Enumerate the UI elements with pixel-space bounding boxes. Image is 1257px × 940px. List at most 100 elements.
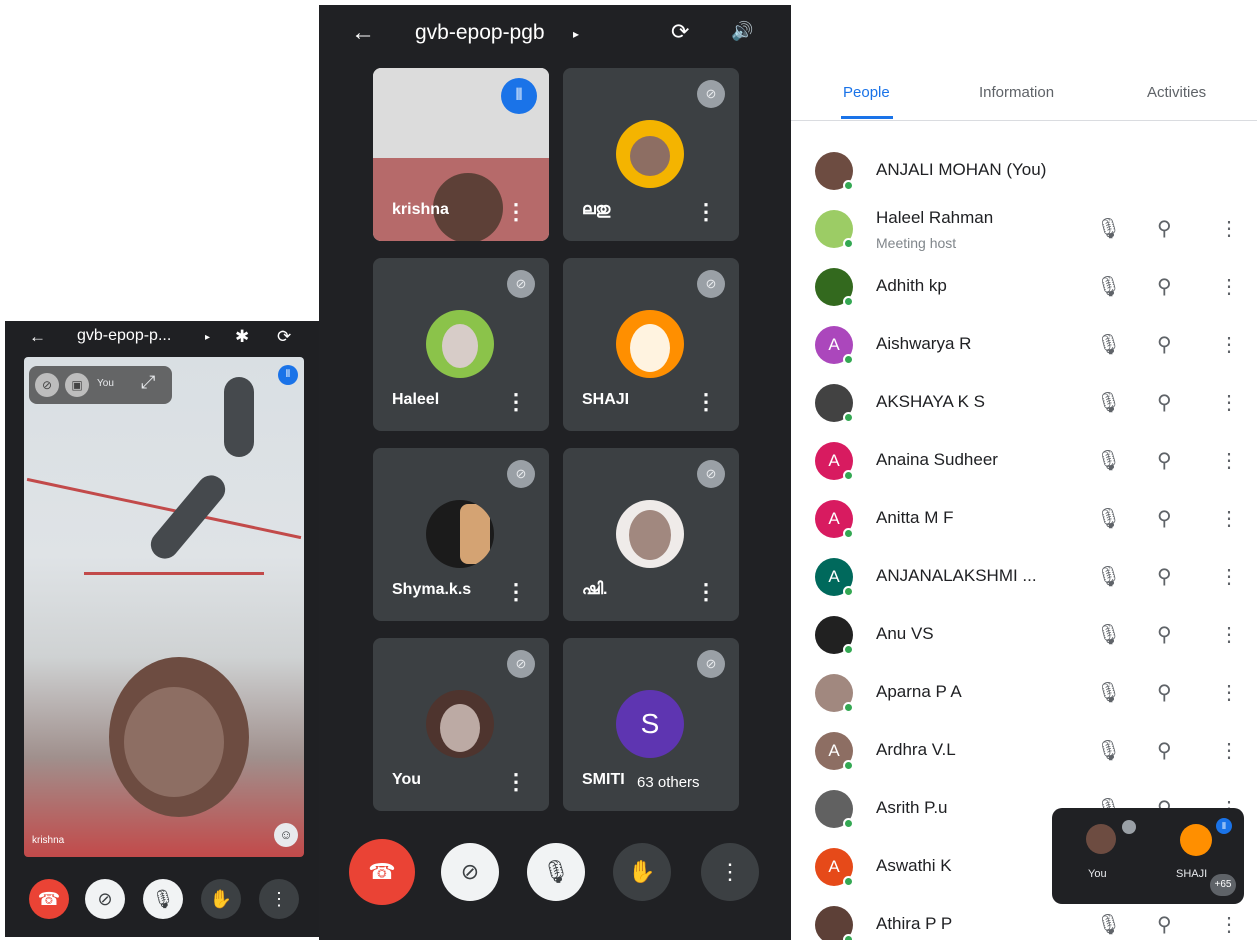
mic-off-icon[interactable]: 🎙 [1096,216,1121,241]
tile-more-icon[interactable]: ⋮ [695,581,717,603]
participant-row[interactable]: A Anitta M F 🎙 ⚲ ⋮ [791,492,1257,550]
pin-icon[interactable]: ⚲ [1157,274,1172,299]
more-vert-icon[interactable]: ⋮ [1219,274,1239,299]
more-vert-icon[interactable]: ⋮ [1219,390,1239,415]
more-options-button[interactable]: ⋮ [259,879,299,919]
pin-icon[interactable]: ⚲ [1157,622,1172,647]
expand-icon[interactable]: ⤢ [141,372,155,393]
mini-avatar-shaji [1180,824,1212,856]
mic-off-icon[interactable]: 🎙 [1096,912,1121,937]
tile-more-icon[interactable]: ⋮ [505,391,527,413]
more-vert-icon[interactable]: ⋮ [1219,738,1239,763]
participant-tile-haleel[interactable]: ⊘ Haleel ⋮ [373,258,549,431]
more-vert-icon[interactable]: ⋮ [1219,506,1239,531]
participant-name: ANJALI MOHAN (You) [876,160,1047,179]
self-view-pip[interactable]: ⊘ ▣ You ⤢ [29,366,172,404]
mic-off-icon: ⊘ [507,460,535,488]
tile-name: ഷി. [582,581,608,598]
participant-row[interactable]: Aparna P A 🎙 ⚲ ⋮ [791,666,1257,724]
participant-tile-shaji[interactable]: ⊘ SHAJI ⋮ [563,258,739,431]
tile-more-icon[interactable]: ⋮ [505,581,527,603]
participant-row[interactable]: ANJALI MOHAN (You) [791,144,1257,202]
mic-off-icon[interactable]: 🎙 [1096,680,1121,705]
online-status-dot [843,528,854,539]
mic-off-icon[interactable]: 🎙 [1096,738,1121,763]
mic-toggle-button[interactable]: 🎙 [143,879,183,919]
tile-more-icon[interactable]: ⋮ [505,201,527,223]
switch-camera-icon[interactable]: ⟳ [671,19,689,45]
mini-call-overlay[interactable]: You ⦀ SHAJI +65 [1052,808,1244,904]
participant-row[interactable]: A Ardhra V.L 🎙 ⚲ ⋮ [791,724,1257,782]
speaking-indicator-icon: ⦀ [278,365,298,385]
participant-tile-shyma[interactable]: ⊘ Shyma.k.s ⋮ [373,448,549,621]
tile-more-icon[interactable]: ⋮ [505,771,527,793]
more-vert-icon[interactable]: ⋮ [1219,448,1239,473]
tile-name: SHAJI [582,391,630,408]
back-arrow-icon[interactable]: ← [351,19,375,47]
tile-more-icon[interactable]: ⋮ [695,391,717,413]
online-status-dot [843,644,854,655]
participant-tile-you[interactable]: ⊘ You ⋮ [373,638,549,811]
mic-off-icon[interactable]: 🎙 [1096,506,1121,531]
participant-row[interactable]: AKSHAYA K S 🎙 ⚲ ⋮ [791,376,1257,434]
participant-tile-6[interactable]: ⊘ ഷി. ⋮ [563,448,739,621]
tab-information[interactable]: Information [979,84,1054,101]
emoji-reaction-icon[interactable]: ☺ [274,823,298,847]
mic-toggle-button[interactable]: 🎙 [527,843,585,901]
speaker-icon[interactable]: 🔊 [731,21,753,42]
meeting-code-title[interactable]: gvb-epop-p... [77,327,171,345]
pin-icon[interactable]: ⚲ [1157,564,1172,589]
participant-tile-2[interactable]: ⊘ ലതു ⋮ [563,68,739,241]
end-call-button[interactable]: ☎ [29,879,69,919]
pin-icon[interactable]: ⚲ [1157,390,1172,415]
pin-icon[interactable]: ⚲ [1157,332,1172,357]
pin-icon[interactable]: ⚲ [1157,912,1172,937]
participant-tile-smiti[interactable]: ⊘ S SMITI 63 others [563,638,739,811]
end-call-button[interactable]: ☎ [349,839,415,905]
more-vert-icon[interactable]: ⋮ [1219,216,1239,241]
participant-row[interactable]: A Aishwarya R 🎙 ⚲ ⋮ [791,318,1257,376]
mic-off-icon[interactable]: 🎙 [1096,448,1121,473]
pin-icon[interactable]: ⚲ [1157,738,1172,763]
more-vert-icon[interactable]: ⋮ [1219,622,1239,647]
meeting-code-title[interactable]: gvb-epop-pgb [415,21,545,45]
mic-off-icon[interactable]: 🎙 [1096,622,1121,647]
raise-hand-button[interactable]: ✋ [201,879,241,919]
raise-hand-button[interactable]: ✋ [613,843,671,901]
pin-icon[interactable]: ⚲ [1157,448,1172,473]
pin-icon[interactable]: ⚲ [1157,506,1172,531]
pin-icon[interactable]: ⚲ [1157,216,1172,241]
more-vert-icon[interactable]: ⋮ [1219,912,1239,937]
more-vert-icon[interactable]: ⋮ [1219,564,1239,589]
switch-camera-icon[interactable]: ⟳ [277,327,291,347]
more-options-button[interactable]: ⋮ [701,843,759,901]
mic-off-icon[interactable]: 🎙 [1096,332,1121,357]
pin-icon[interactable]: ⚲ [1157,680,1172,705]
participant-tile-krishna[interactable]: ⦀ krishna ⋮ [373,68,549,241]
camera-toggle-button[interactable]: ⊘ [85,879,125,919]
camera-toggle-button[interactable]: ⊘ [441,843,499,901]
mini-avatar-you [1086,824,1116,854]
more-vert-icon[interactable]: ⋮ [1219,332,1239,357]
participant-row[interactable]: Adhith kp 🎙 ⚲ ⋮ [791,260,1257,318]
participant-row[interactable]: Athira P P 🎙 ⚲ ⋮ [791,898,1257,940]
participant-row[interactable]: Anu VS 🎙 ⚲ ⋮ [791,608,1257,666]
mic-off-icon[interactable]: 🎙 [1096,274,1121,299]
others-count-chip[interactable]: 63 others [629,770,708,795]
mic-off-icon[interactable]: 🎙 [1096,390,1121,415]
back-arrow-icon[interactable]: ← [29,327,46,347]
participant-row[interactable]: A ANJANALAKSHMI ... 🎙 ⚲ ⋮ [791,550,1257,608]
participant-row[interactable]: A Anaina Sudheer 🎙 ⚲ ⋮ [791,434,1257,492]
tile-name: You [392,771,422,788]
avatar [616,500,684,568]
mic-off-icon[interactable]: 🎙 [1096,564,1121,589]
online-status-dot [843,412,854,423]
participant-row[interactable]: Haleel Rahman Meeting host 🎙 ⚲ ⋮ [791,202,1257,260]
self-label: You [97,378,114,389]
more-vert-icon[interactable]: ⋮ [1219,680,1239,705]
tab-activities[interactable]: Activities [1147,84,1206,101]
mic-off-icon [1122,820,1136,834]
tile-more-icon[interactable]: ⋮ [695,201,717,223]
caret-right-icon: ▸ [205,332,211,343]
tab-people[interactable]: People [843,84,890,101]
